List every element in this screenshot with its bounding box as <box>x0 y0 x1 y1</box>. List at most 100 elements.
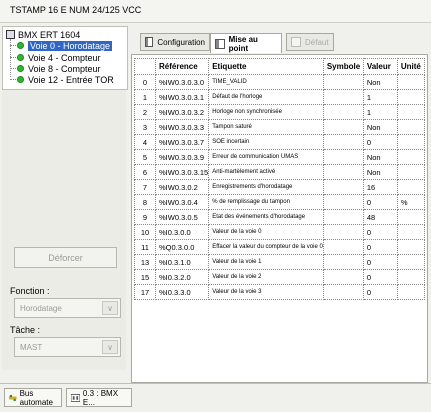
table-row[interactable]: 7 %IW0.3.0.2 Enregistrements d'horodatage 1… <box>134 179 425 195</box>
cell-valeur[interactable]: 48 <box>362 209 398 225</box>
tab-label: Mise au point <box>228 34 258 53</box>
fonction-value: Horodatage <box>20 304 62 313</box>
table-row[interactable]: 4 %IW0.3.0.3.7 SOE incertain 0 <box>134 134 425 150</box>
table-row[interactable]: 13 %I0.3.1.0 Valeur de la voie 1 0 <box>134 254 425 270</box>
fault-icon <box>291 37 301 47</box>
tree-root[interactable]: BMX ERT 1604 <box>3 29 80 40</box>
tab-mise-au-point[interactable]: Mise au point <box>210 33 282 53</box>
cell-valeur[interactable]: 0 <box>362 134 398 150</box>
cell-valeur[interactable]: 1 <box>362 104 398 120</box>
table-row[interactable]: 0 %IW0.3.0.3.0 TIME_VALID Non <box>134 74 425 90</box>
debug-table: Référence Etiquette Symbole Valeur Unité… <box>134 58 425 300</box>
cell-unite <box>396 224 425 240</box>
tree-item-voie-0[interactable]: Voie 0 - Horodatage <box>17 40 113 51</box>
table-row[interactable]: 10 %I0.3.0.0 Valeur de la voie 0 0 <box>134 224 425 240</box>
cell-valeur[interactable]: 0 <box>362 224 398 240</box>
table-row[interactable]: 6 %IW0.3.0.3.15 Anti-martèlement activé Non <box>134 164 425 180</box>
cell-symbole <box>322 284 364 300</box>
table-row[interactable]: 1 %IW0.3.0.3.1 Défaut de l'horloge 1 <box>134 89 425 105</box>
cell-unite <box>396 104 425 120</box>
cell-valeur[interactable]: 1 <box>362 89 398 105</box>
cell-reference: %IW0.3.0.2 <box>154 179 210 195</box>
channel-tree: BMX ERT 1604 Voie 0 - Horodatage Voie 4 … <box>2 26 128 90</box>
cell-unite <box>396 284 425 300</box>
table-row[interactable]: 17 %I0.3.3.0 Valeur de la voie 3 0 <box>134 284 425 300</box>
window-title: TSTAMP 16 E NUM 24/125 VCC <box>10 5 142 15</box>
table-row[interactable]: 2 %IW0.3.0.3.2 Horloge non synchronisée 1 <box>134 104 425 120</box>
cell-valeur[interactable]: 0 <box>362 269 398 285</box>
column-header-valeur[interactable]: Valeur <box>362 58 398 75</box>
module-icon <box>71 393 80 402</box>
cell-etiquette: Anti-martèlement activé <box>208 164 324 180</box>
table-row[interactable]: 3 %IW0.3.0.3.3 Tampon saturé Non <box>134 119 425 135</box>
table-row[interactable]: 15 %I0.3.2.0 Valeur de la voie 2 0 <box>134 269 425 285</box>
fonction-select[interactable]: Horodatage ∨ <box>14 298 121 318</box>
cell-valeur[interactable]: Non <box>362 164 398 180</box>
column-header-symbole[interactable]: Symbole <box>322 58 364 75</box>
cell-reference: %IW0.3.0.3.15 <box>154 164 210 180</box>
cell-index: 6 <box>134 164 156 180</box>
cell-unite <box>396 164 425 180</box>
cell-valeur[interactable]: 16 <box>362 179 398 195</box>
table-row[interactable]: 9 %IW0.3.0.5 Etat des événements d'horodat… <box>134 209 425 225</box>
tree-item-label: Voie 0 - Horodatage <box>28 40 113 51</box>
configuration-icon <box>145 37 154 47</box>
cell-unite <box>396 269 425 285</box>
cell-valeur[interactable]: 0 <box>362 254 398 270</box>
table-header-row: Référence Etiquette Symbole Valeur Unité <box>134 58 425 75</box>
tree-item-voie-4[interactable]: Voie 4 - Compteur <box>17 52 101 63</box>
column-header-etiquette[interactable]: Etiquette <box>208 58 324 75</box>
cell-etiquette: Valeur de la voie 0 <box>208 224 324 240</box>
tab-configuration[interactable]: Configuration <box>140 33 210 51</box>
cell-symbole <box>322 269 364 285</box>
column-header-reference[interactable]: Référence <box>154 58 210 75</box>
tab-bus-automate[interactable]: Bus automate <box>4 388 62 407</box>
tab-defaut[interactable]: Défaut <box>286 33 334 51</box>
cell-reference: %I0.3.0.0 <box>154 224 210 240</box>
cell-unite <box>396 119 425 135</box>
cell-symbole <box>322 119 364 135</box>
column-header-unite[interactable]: Unité <box>396 58 425 75</box>
cell-symbole <box>322 254 364 270</box>
deforcer-button[interactable]: Déforcer <box>14 247 117 268</box>
cell-symbole <box>322 179 364 195</box>
cell-symbole <box>322 209 364 225</box>
tab-label: 0.3 : BMX E... <box>82 388 119 407</box>
tree-item-voie-8[interactable]: Voie 8 - Compteur <box>17 63 101 74</box>
status-ok-icon <box>17 54 24 61</box>
tab-module[interactable]: 0.3 : BMX E... <box>66 388 132 407</box>
cell-etiquette: Etat des événements d'horodatage <box>208 209 324 225</box>
cell-index: 17 <box>134 284 156 300</box>
tab-label: Bus automate <box>19 388 53 407</box>
cell-etiquette: Enregistrements d'horodatage <box>208 179 324 195</box>
tache-select[interactable]: MAST ∨ <box>14 337 121 357</box>
cell-reference: %I0.3.3.0 <box>154 284 210 300</box>
cell-unite <box>396 134 425 150</box>
cell-symbole <box>322 194 364 210</box>
cell-index: 4 <box>134 134 156 150</box>
cell-unite <box>396 209 425 225</box>
left-panel: Déforcer Fonction : Horodatage ∨ Tâche :… <box>2 90 126 370</box>
cell-valeur[interactable]: Non <box>362 119 398 135</box>
cell-valeur[interactable]: Non <box>362 74 398 90</box>
table-row[interactable]: 11 %Q0.3.0.0 Effacer la valeur du compteur… <box>134 239 425 255</box>
cell-valeur[interactable]: 0 <box>362 284 398 300</box>
cell-index: 10 <box>134 224 156 240</box>
tree-item-voie-12[interactable]: Voie 12 - Entrée TOR <box>17 74 114 85</box>
tab-label: Configuration <box>157 37 205 47</box>
cell-reference: %IW0.3.0.3.7 <box>154 134 210 150</box>
chevron-down-icon[interactable]: ∨ <box>102 340 118 354</box>
cell-valeur[interactable]: 0 <box>362 239 398 255</box>
tree-root-label: BMX ERT 1604 <box>18 29 81 40</box>
cell-etiquette: Horloge non synchronisée <box>208 104 324 120</box>
cell-valeur[interactable]: 0 <box>362 194 398 210</box>
cell-etiquette: SOE incertain <box>208 134 324 150</box>
table-row[interactable]: 8 %IW0.3.0.4% de remplissage du tampon 0% <box>134 194 425 210</box>
cell-etiquette: Valeur de la voie 2 <box>208 269 324 285</box>
chevron-down-icon[interactable]: ∨ <box>102 301 118 315</box>
column-header-index <box>134 58 156 75</box>
cell-valeur[interactable]: Non <box>362 149 398 165</box>
table-row[interactable]: 5 %IW0.3.0.3.9 Erreur de communication UMA… <box>134 149 425 165</box>
cell-reference: %I0.3.2.0 <box>154 269 210 285</box>
cell-etiquette: Valeur de la voie 3 <box>208 284 324 300</box>
